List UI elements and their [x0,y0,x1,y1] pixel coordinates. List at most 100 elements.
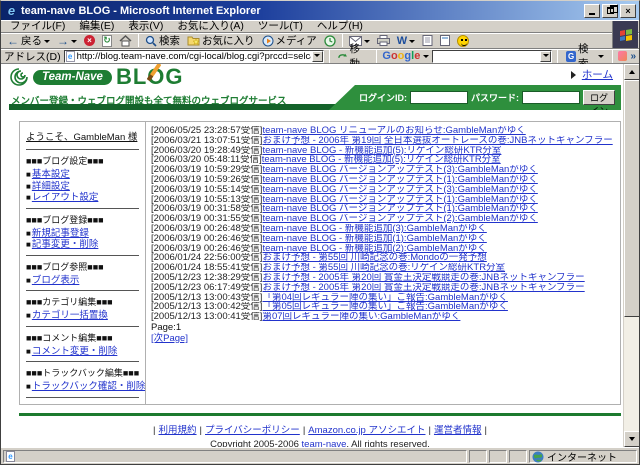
sidebar-link[interactable]: コメント変更・削除 [32,346,118,357]
entry-link[interactable]: team-nave BLOG - 新機能追加(3):GambleManがゆく [262,224,486,234]
document-button[interactable] [437,33,453,48]
favorites-button[interactable]: お気に入り [184,33,258,48]
entry-timestamp: [2006/03/19 10:59:29受信] [151,165,262,175]
highlighter-icon[interactable] [618,51,627,61]
print-button[interactable] [374,33,393,48]
google-dropdown-icon[interactable] [423,55,429,61]
sidebar-link[interactable]: トラックバック確認・削除 [32,381,146,392]
refresh-button[interactable]: ↻ [99,33,115,48]
home-button[interactable] [116,33,135,48]
messenger-button[interactable] [454,33,472,48]
stop-button[interactable]: × [81,33,98,48]
entry-link[interactable]: team-nave BLOG バージョンアップテスト(3):GambleManが… [262,165,537,175]
google-history-dropdown[interactable] [540,51,551,62]
sidebar-item-blog-display[interactable]: ■ブログ表示 [26,275,139,287]
password-input[interactable] [522,91,580,104]
brand-name: Team-Nave [33,70,112,85]
entry-link[interactable]: team-nave BLOG - 新機能追加(5):リゲイン総研KTR分室 [262,155,501,165]
entry-link[interactable]: 「第05回レギュラー陣の集い」ご報告:GambleManがゆく [262,302,507,312]
entry-link[interactable]: team-nave BLOG バージョンアップテスト(1):GambleManが… [262,175,537,185]
entry-link[interactable]: おまけ予想 - 2006年 第19回 全日本選抜オートレースの巻:JNBネットギ… [262,136,612,146]
browser-window: e team-nave BLOG - Microsoft Internet Ex… [0,0,640,465]
search-button[interactable]: 検索 [142,33,183,48]
edit-dropdown-icon[interactable] [409,40,415,46]
sidebar-item-basic-settings[interactable]: ■基本設定 [26,169,139,181]
page-favicon: e [66,51,75,62]
entry-link[interactable]: 「第04回レギュラー陣の集い」ご報告:GambleManがゆく [262,293,507,303]
address-input[interactable] [76,51,312,62]
privacy-link[interactable]: プライバシーポリシー [205,425,300,436]
entry-link[interactable]: team-nave BLOG - 新機能追加(2):GambleManがゆく [262,244,486,254]
back-dropdown-icon[interactable] [44,40,50,46]
sidebar-item-comment-edit-delete[interactable]: ■コメント変更・削除 [26,346,139,358]
sidebar-link[interactable]: レイアウト設定 [32,192,99,203]
next-page-link[interactable]: [次Page] [151,333,188,344]
entry-link[interactable]: team-nave BLOG バージョンアップテスト(2):GambleManが… [262,214,537,224]
sidebar-item-category-replace[interactable]: ■カテゴリ一括置換 [26,310,139,322]
square-bullet-icon: ■ [26,382,31,391]
sidebar-item-edit-delete-entry[interactable]: ■記事変更・削除 [26,239,139,251]
minimize-button[interactable] [584,4,600,18]
entry-link[interactable]: team-nave BLOG バージョンアップテスト(3):GambleManが… [262,185,537,195]
entry-link[interactable]: おまけ予想 - 2005年 第20回 賞金王決定戦競走の巻:JNBネットギャンブ… [262,273,584,283]
menu-help[interactable]: ヘルプ(H) [310,20,370,33]
edit-word-button[interactable]: W [394,33,418,48]
entry-link[interactable]: team-nave BLOG - 新機能追加(1):GambleManがゆく [262,234,486,244]
sidebar-link[interactable]: カテゴリ一括置換 [32,310,108,321]
back-button[interactable]: ← 戻る [4,33,53,48]
menu-view[interactable]: 表示(V) [121,20,170,33]
print-icon [377,35,390,46]
scroll-up-button[interactable] [624,64,639,80]
sidebar-item-trackback-confirm-delete[interactable]: ■トラックバック確認・削除 [26,381,139,393]
terms-link[interactable]: 利用規約 [159,425,197,436]
menu-edit[interactable]: 編集(E) [72,20,121,33]
entry-link[interactable]: team-nave BLOG バージョンアップテスト(1):GambleManが… [262,195,537,205]
close-button[interactable]: × [620,4,636,18]
sidebar-item-new-entry[interactable]: ■新規記事登録 [26,228,139,240]
entry-link[interactable]: team-nave BLOG - 新機能追加(5):リゲイン総研KTR分室 [262,146,501,156]
address-dropdown-button[interactable] [312,51,323,62]
entry-link[interactable]: 第07回レギュラー陣の集い:GambleManがゆく [262,312,460,322]
login-id-input[interactable] [410,91,468,104]
amazon-associate-link[interactable]: Amazon.co.jp アソシエイト [308,425,425,436]
discuss-button[interactable] [419,33,436,48]
toolbar-overflow-chevron[interactable]: » [630,51,636,62]
entry-link[interactable]: おまけ予想 - 2005年 第20回 賞金王決定戦競走の巻:JNBネットギャンブ… [262,283,584,293]
site-logo: Team-Nave BLOG [9,66,184,88]
entry-timestamp: [2006/05/25 23:28:57受信] [151,126,262,136]
google-search-dropdown-icon[interactable] [598,55,604,61]
google-logo[interactable]: Google [382,50,420,62]
home-link[interactable]: ホーム [571,67,613,82]
google-search-input[interactable] [433,51,540,62]
entry-row: [2006/03/19 00:26:46受信]team-nave BLOG - … [151,244,615,254]
media-button[interactable]: メディア [259,33,320,48]
login-button[interactable]: ログイン [583,90,615,105]
sidebar-link[interactable]: 基本設定 [32,169,70,180]
entry-row: [2005/12/13 13:00:43受信]「第04回レギュラー陣の集い」ご報… [151,293,615,303]
forward-dropdown-icon[interactable] [71,40,77,46]
sidebar-item-detail-settings[interactable]: ■詳細設定 [26,181,139,193]
entry-link[interactable]: おまけ予想 - 第55回 川崎記念の巻:Mondoの一発予想 [262,253,486,263]
toolbar-separator [557,50,558,63]
search-icon [145,35,157,47]
forward-button[interactable]: → [54,33,80,48]
menu-file[interactable]: ファイル(F) [3,20,72,33]
menu-tools[interactable]: ツール(T) [251,20,310,33]
restore-button[interactable] [602,4,618,18]
entry-link[interactable]: team-nave BLOG バージョンアップテスト(1):GambleManが… [262,204,537,214]
sidebar-link[interactable]: 詳細設定 [32,181,70,192]
operator-info-link[interactable]: 運営者情報 [434,425,482,436]
entry-link[interactable]: team-nave BLOG リニューアルのお知らせ:GambleManがゆく [262,126,525,136]
vertical-scrollbar[interactable] [623,64,639,447]
entry-link[interactable]: おまけ予想 - 第55回 川崎記念の巻:リゲイン総研KTR分室 [262,263,505,273]
home-link-label[interactable]: ホーム [582,67,613,82]
entry-row: [2005/12/23 12:38:29受信]おまけ予想 - 2005年 第20… [151,273,615,283]
scrollbar-thumb[interactable] [624,80,639,317]
sidebar-item-layout-settings[interactable]: ■レイアウト設定 [26,192,139,204]
scroll-down-button[interactable] [624,431,639,447]
sidebar-link[interactable]: 記事変更・削除 [32,239,99,250]
menu-favorites[interactable]: お気に入り(A) [170,20,251,33]
team-nave-link[interactable]: team-nave [302,439,347,447]
sidebar-link[interactable]: 新規記事登録 [32,228,89,239]
sidebar-link[interactable]: ブログ表示 [32,275,80,286]
